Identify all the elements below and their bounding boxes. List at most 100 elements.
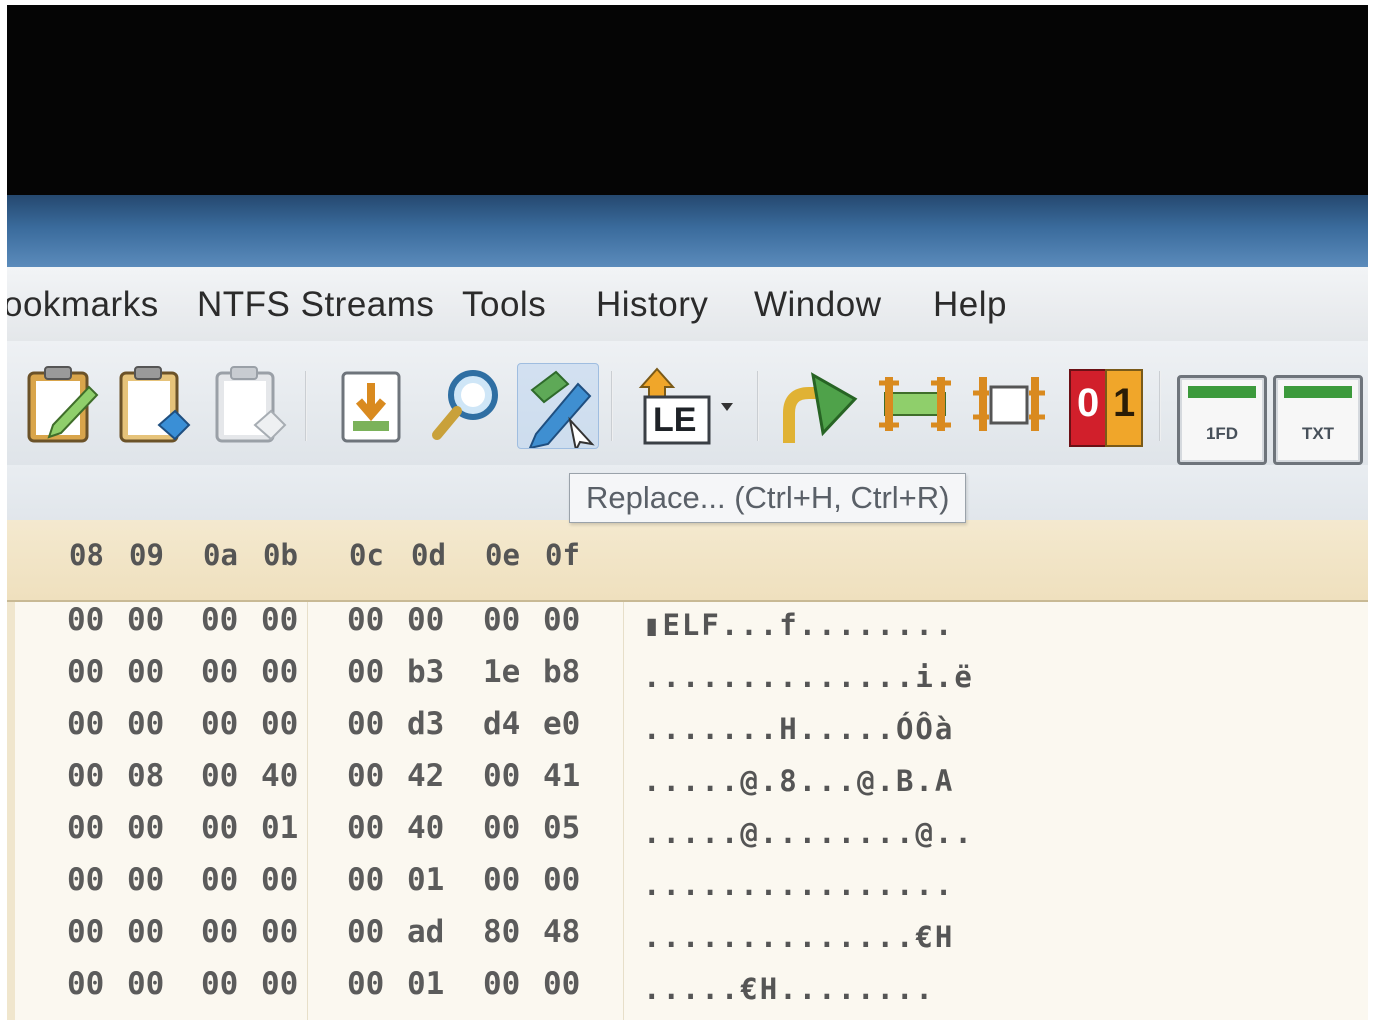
hex-byte[interactable]: 00 bbox=[201, 602, 238, 638]
hex-byte[interactable]: 00 bbox=[67, 602, 104, 638]
ascii-text[interactable]: .....@........@.. bbox=[643, 816, 974, 850]
hex-byte[interactable]: 00 bbox=[201, 758, 238, 794]
hex-byte[interactable]: 00 bbox=[483, 758, 520, 794]
hex-byte[interactable]: 00 bbox=[261, 862, 298, 898]
menu-ntfs-streams[interactable]: NTFS Streams bbox=[197, 285, 434, 325]
hex-byte[interactable]: 00 bbox=[67, 706, 104, 742]
hex-byte[interactable]: 00 bbox=[67, 862, 104, 898]
hex-byte[interactable]: 80 bbox=[483, 914, 520, 950]
goto-button[interactable] bbox=[779, 363, 859, 447]
hex-byte[interactable]: d3 bbox=[407, 706, 444, 742]
hex-row[interactable]: 00 00 00 01 00 40 00 05 .....@........@.… bbox=[7, 810, 1368, 862]
hex-row[interactable]: 00 00 00 00 00 00 00 00 ▮ELF...f........ bbox=[7, 602, 1368, 654]
hex-byte[interactable]: 00 bbox=[67, 654, 104, 690]
select-block-button[interactable] bbox=[875, 363, 955, 447]
hex-row[interactable]: 00 00 00 00 00 01 00 00 ................ bbox=[7, 862, 1368, 914]
hex-byte[interactable]: 01 bbox=[407, 966, 444, 1002]
menu-help[interactable]: Help bbox=[933, 285, 1007, 325]
paste-special-button[interactable] bbox=[211, 363, 291, 447]
hex-byte[interactable]: 00 bbox=[127, 602, 164, 638]
menu-bookmarks[interactable]: ookmarks bbox=[7, 285, 159, 325]
hex-byte[interactable]: 00 bbox=[543, 862, 580, 898]
hex-row[interactable]: 00 00 00 00 00 d3 d4 e0 .......H.....ÓÔà bbox=[7, 706, 1368, 758]
hex-byte[interactable]: 42 bbox=[407, 758, 444, 794]
hex-byte[interactable]: 00 bbox=[543, 602, 580, 638]
open-document-button[interactable] bbox=[333, 363, 413, 447]
ascii-text[interactable]: ................ bbox=[643, 868, 954, 902]
file-tab-txt[interactable]: TXT bbox=[1273, 375, 1363, 465]
hex-byte[interactable]: 00 bbox=[201, 810, 238, 846]
hex-byte[interactable]: b3 bbox=[407, 654, 444, 690]
hex-byte[interactable]: 00 bbox=[201, 914, 238, 950]
hex-byte[interactable]: 01 bbox=[407, 862, 444, 898]
hex-byte[interactable]: 00 bbox=[483, 810, 520, 846]
hex-byte[interactable]: 00 bbox=[127, 966, 164, 1002]
hex-byte[interactable]: b8 bbox=[543, 654, 580, 690]
ascii-text[interactable]: .....@.8...@.B.A bbox=[643, 764, 954, 798]
menu-history[interactable]: History bbox=[596, 285, 708, 325]
paste-button[interactable] bbox=[115, 363, 195, 447]
ascii-text[interactable]: ▮ELF...f........ bbox=[643, 608, 954, 642]
hex-row[interactable]: 00 08 00 40 00 42 00 41 .....@.8...@.B.A bbox=[7, 758, 1368, 810]
ascii-text[interactable]: .......H.....ÓÔà bbox=[643, 712, 954, 746]
hex-byte[interactable]: e0 bbox=[543, 706, 580, 742]
hex-byte[interactable]: 00 bbox=[261, 706, 298, 742]
hex-row[interactable]: 00 00 00 00 00 b3 1e b8 ..............i.… bbox=[7, 654, 1368, 706]
hex-byte[interactable]: 08 bbox=[127, 758, 164, 794]
hex-byte[interactable]: 00 bbox=[127, 706, 164, 742]
file-tab-1fd[interactable]: 1FD bbox=[1177, 375, 1267, 465]
hex-byte[interactable]: 00 bbox=[347, 758, 384, 794]
hex-byte[interactable]: 00 bbox=[347, 966, 384, 1002]
hex-byte[interactable]: 48 bbox=[543, 914, 580, 950]
hex-byte[interactable]: 00 bbox=[347, 810, 384, 846]
ascii-text[interactable]: .....­€H........ bbox=[643, 972, 935, 1006]
hex-row[interactable]: 00 00 00 00 00 ad 80 48 ..............­€… bbox=[7, 914, 1368, 966]
hex-byte[interactable]: 00 bbox=[483, 966, 520, 1002]
hex-data-area[interactable]: 00 00 00 00 00 00 00 00 ▮ELF...f........… bbox=[7, 602, 1368, 1020]
hex-byte[interactable]: 41 bbox=[543, 758, 580, 794]
hex-byte[interactable]: 00 bbox=[483, 862, 520, 898]
hex-byte[interactable]: 00 bbox=[407, 602, 444, 638]
hex-byte[interactable]: 00 bbox=[543, 966, 580, 1002]
hex-row[interactable]: 00 00 00 00 00 01 00 00 .....­€H........ bbox=[7, 966, 1368, 1018]
menu-tools[interactable]: Tools bbox=[462, 285, 546, 325]
hex-byte[interactable]: 40 bbox=[407, 810, 444, 846]
hex-byte[interactable]: 00 bbox=[261, 654, 298, 690]
replace-button[interactable] bbox=[517, 363, 599, 454]
ascii-text[interactable]: ..............­€H bbox=[643, 920, 954, 954]
hex-byte[interactable]: 00 bbox=[347, 706, 384, 742]
hex-byte[interactable]: 00 bbox=[67, 810, 104, 846]
bit-toggle-button[interactable]: 0 1 bbox=[1069, 363, 1143, 447]
hex-byte[interactable]: 00 bbox=[483, 602, 520, 638]
hex-byte[interactable]: 00 bbox=[127, 654, 164, 690]
hex-byte[interactable]: 00 bbox=[261, 966, 298, 1002]
hex-byte[interactable]: 00 bbox=[127, 862, 164, 898]
hex-byte[interactable]: 00 bbox=[127, 810, 164, 846]
hex-byte[interactable]: 00 bbox=[201, 706, 238, 742]
hex-byte[interactable]: ad bbox=[407, 914, 444, 950]
hex-byte[interactable]: 00 bbox=[347, 914, 384, 950]
hex-byte[interactable]: 00 bbox=[127, 914, 164, 950]
block-options-button[interactable] bbox=[969, 363, 1049, 447]
menu-window[interactable]: Window bbox=[754, 285, 881, 325]
find-button[interactable] bbox=[427, 363, 507, 447]
hex-byte[interactable]: 00 bbox=[347, 602, 384, 638]
hex-byte[interactable]: 40 bbox=[261, 758, 298, 794]
hex-byte[interactable]: 00 bbox=[67, 914, 104, 950]
hex-byte[interactable]: 1e bbox=[483, 654, 520, 690]
edit-clipboard-button[interactable] bbox=[23, 363, 103, 447]
hex-byte[interactable]: 05 bbox=[543, 810, 580, 846]
hex-byte[interactable]: 00 bbox=[261, 602, 298, 638]
hex-byte[interactable]: 00 bbox=[347, 654, 384, 690]
hex-byte[interactable]: 01 bbox=[261, 810, 298, 846]
hex-byte[interactable]: 00 bbox=[261, 914, 298, 950]
hex-byte[interactable]: 00 bbox=[201, 654, 238, 690]
hex-byte[interactable]: 00 bbox=[347, 862, 384, 898]
byte-order-dropdown[interactable]: LE bbox=[633, 363, 741, 447]
hex-byte[interactable]: 00 bbox=[67, 758, 104, 794]
hex-byte[interactable]: 00 bbox=[201, 862, 238, 898]
hex-byte[interactable]: 00 bbox=[67, 966, 104, 1002]
hex-byte[interactable]: d4 bbox=[483, 706, 520, 742]
hex-byte[interactable]: 00 bbox=[201, 966, 238, 1002]
ascii-text[interactable]: ..............i.ë bbox=[643, 660, 974, 694]
